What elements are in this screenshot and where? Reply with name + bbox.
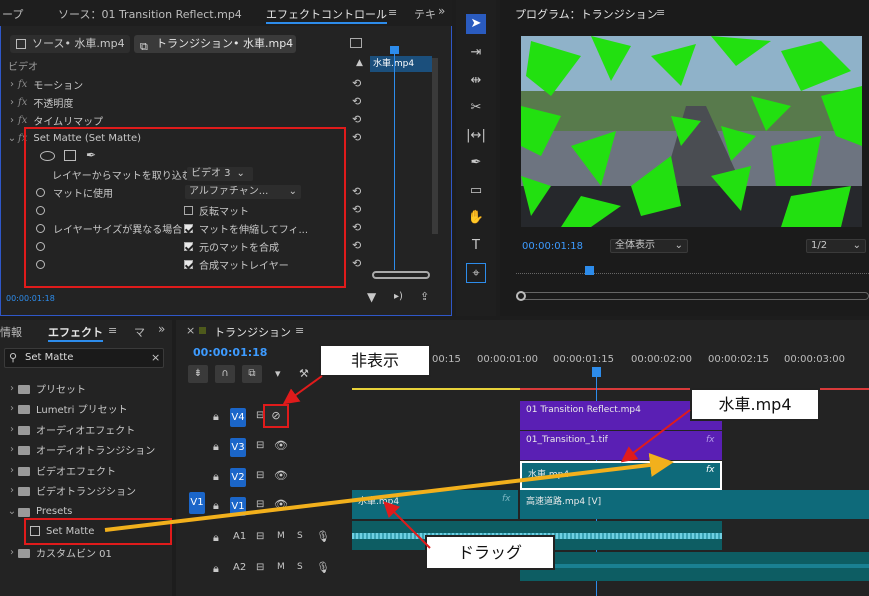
drag-arrow (104, 452, 674, 532)
arrow-clip (620, 409, 691, 463)
annotation-arrows (104, 375, 691, 549)
arrow-drag (383, 501, 431, 549)
arrow-hide (282, 375, 323, 405)
